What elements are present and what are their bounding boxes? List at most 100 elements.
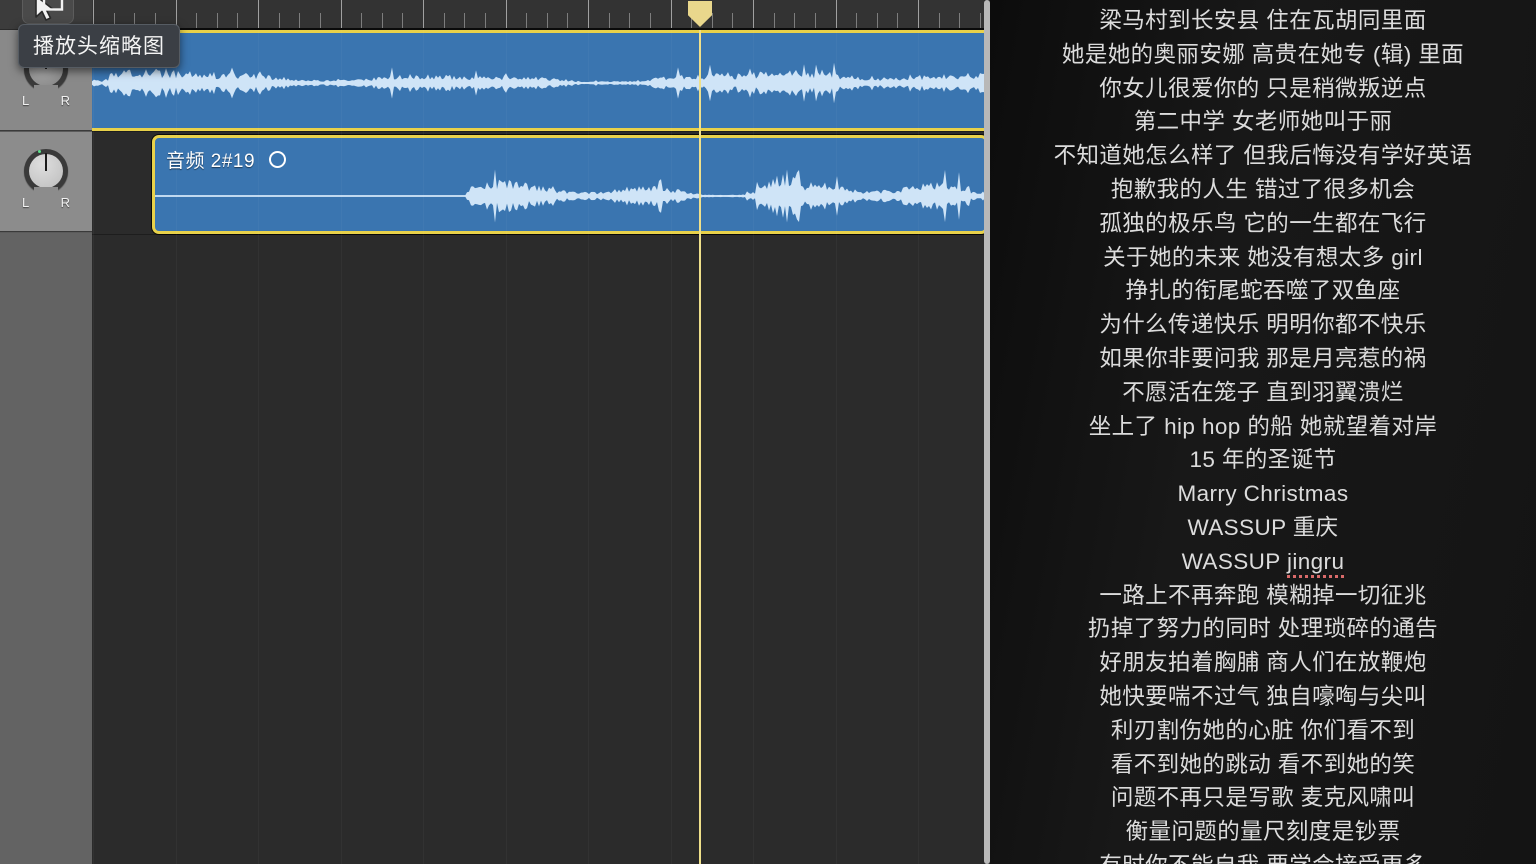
ruler-tick-minor	[939, 13, 940, 28]
pointer-cursor-icon	[28, 0, 68, 23]
lyric-line[interactable]: 为什么传递快乐 明明你都不快乐	[990, 308, 1536, 342]
grid-line	[341, 30, 342, 864]
lyric-line[interactable]: 衡量问题的量尺刻度是钞票	[990, 815, 1536, 849]
lyric-line[interactable]: 看不到她的跳动 看不到她的笑	[990, 748, 1536, 782]
lyric-line[interactable]: 有时你不能自我 要学会接受更多	[990, 849, 1536, 864]
scrollbar-thumb[interactable]	[984, 0, 990, 864]
ruler-tick-minor	[237, 13, 238, 28]
daw-arrange-window: L R L R 音频 2#19 播放头缩略图	[0, 0, 990, 864]
lyric-line[interactable]: 挣扎的衔尾蛇吞噬了双鱼座	[990, 274, 1536, 308]
grid-line	[671, 30, 672, 864]
lyric-line[interactable]: 如果你非要问我 那是月亮惹的祸	[990, 342, 1536, 376]
track-header-2[interactable]: L R	[0, 132, 92, 232]
pan-label-right: R	[60, 93, 70, 108]
ruler-tick-minor	[609, 13, 610, 28]
pan-knob-track-2[interactable]: L R	[17, 149, 75, 221]
lyric-line[interactable]: WASSUP jingru	[990, 545, 1536, 579]
pan-label-right: R	[60, 195, 70, 210]
ruler-tick-major	[258, 0, 259, 28]
ruler-tick-major	[918, 0, 919, 28]
pointer-tool-button[interactable]	[22, 0, 74, 24]
ruler-tick-major	[588, 0, 589, 28]
ruler-tick-minor	[712, 13, 713, 28]
grid-line	[258, 30, 259, 864]
waveform-track-1	[92, 55, 988, 111]
ruler-tick-minor	[856, 13, 857, 28]
lyric-line[interactable]: 不愿活在笼子 直到羽翼溃烂	[990, 376, 1536, 410]
grid-line	[176, 30, 177, 864]
arrange-canvas[interactable]: 音频 2#19	[92, 30, 990, 864]
ruler-tick-minor	[567, 13, 568, 28]
grid-line	[753, 30, 754, 864]
lyrics-panel[interactable]: 梁马村到长安县 住在瓦胡同里面 她是她的奥丽安娜 高贵在她专 (辑) 里面 你女儿很…	[990, 0, 1536, 864]
ruler-tick-minor	[650, 13, 651, 28]
ruler-tick-minor	[980, 13, 981, 28]
pan-knob-pointer	[45, 153, 47, 171]
lyric-line[interactable]: 坐上了 hip hop 的船 她就望着对岸	[990, 410, 1536, 444]
tooltip: 播放头缩略图	[18, 24, 180, 68]
pan-knob-labels: L R	[17, 195, 75, 210]
track-headers-column: L R L R	[0, 0, 92, 864]
lyric-line[interactable]: 利刃割伤她的心脏 你们看不到	[990, 714, 1536, 748]
lyric-line[interactable]: 孤独的极乐鸟 它的一生都在飞行	[990, 207, 1536, 241]
lyric-line[interactable]: 关于她的未来 她没有想太多 girl	[990, 241, 1536, 275]
lyric-text: WASSUP	[1181, 548, 1287, 574]
ruler-tick-minor	[526, 13, 527, 28]
ruler-tick-minor	[547, 13, 548, 28]
lyric-line[interactable]: 第二中学 女老师她叫于丽	[990, 105, 1536, 139]
ruler-tick-major	[506, 0, 507, 28]
pan-knob-indicator-dot	[38, 150, 41, 153]
grid-line	[506, 30, 507, 864]
timeline-ruler[interactable]	[92, 0, 990, 30]
lyric-line[interactable]: 一路上不再奔跑 模糊掉一切征兆	[990, 579, 1536, 613]
ruler-tick-minor	[485, 13, 486, 28]
ruler-tick-minor	[629, 13, 630, 28]
ruler-tick-minor	[279, 13, 280, 28]
ruler-tick-minor	[402, 13, 403, 28]
audio-region-track-2[interactable]: 音频 2#19	[152, 135, 988, 234]
ruler-tick-minor	[196, 13, 197, 28]
lyric-line[interactable]: WASSUP 重庆	[990, 511, 1536, 545]
playhead-line[interactable]	[699, 30, 701, 864]
daw-lyrics-screen: L R L R 音频 2#19 播放头缩略图 梁马村到长安县 住在瓦胡同里面 她…	[0, 0, 1536, 864]
lyric-line[interactable]: 梁马村到长安县 住在瓦胡同里面	[990, 4, 1536, 38]
grid-line	[918, 30, 919, 864]
ruler-tick-minor	[361, 13, 362, 28]
lyric-line[interactable]: 她是她的奥丽安娜 高贵在她专 (辑) 里面	[990, 38, 1536, 72]
lyric-line[interactable]: 问题不再只是写歌 麦克风啸叫	[990, 781, 1536, 815]
ruler-tick-minor	[794, 13, 795, 28]
lyric-line[interactable]: Marry Christmas	[990, 477, 1536, 511]
misspelled-word[interactable]: jingru	[1286, 548, 1345, 578]
ruler-tick-minor	[877, 13, 878, 28]
ruler-tick-minor	[464, 13, 465, 28]
circle-icon[interactable]	[269, 151, 287, 168]
ruler-tick-minor	[732, 13, 733, 28]
lane-divider	[92, 234, 990, 235]
lyric-line[interactable]: 好朋友拍着胸脯 商人们在放鞭炮	[990, 646, 1536, 680]
lane-divider	[92, 131, 990, 132]
arrange-vertical-scrollbar[interactable]	[984, 0, 990, 864]
lyric-line[interactable]: 你女儿很爱你的 只是稍微叛逆点	[990, 72, 1536, 106]
ruler-tick-major	[836, 0, 837, 28]
ruler-tick-major	[753, 0, 754, 28]
pan-label-left: L	[22, 93, 30, 108]
ruler-tick-minor	[217, 13, 218, 28]
audio-region-track-1[interactable]	[92, 30, 988, 131]
ruler-tick-minor	[959, 13, 960, 28]
ruler-tick-minor	[774, 13, 775, 28]
ruler-tick-major	[671, 0, 672, 28]
ruler-tick-minor	[299, 13, 300, 28]
lyric-line[interactable]: 不知道她怎么样了 但我后悔没有学好英语	[990, 139, 1536, 173]
ruler-tick-major	[423, 0, 424, 28]
lyric-line[interactable]: 她快要喘不过气 独自嚎啕与尖叫	[990, 680, 1536, 714]
lyric-line[interactable]: 扔掉了努力的同时 处理琐碎的通告	[990, 612, 1536, 646]
waveform-track-2	[155, 168, 985, 224]
ruler-tick-minor	[444, 13, 445, 28]
ruler-tick-minor	[897, 13, 898, 28]
grid-line	[836, 30, 837, 864]
lyric-line[interactable]: 抱歉我的人生 错过了很多机会	[990, 173, 1536, 207]
track-headers-empty-area	[0, 233, 92, 864]
grid-line	[423, 30, 424, 864]
lyric-line[interactable]: 15 年的圣诞节	[990, 443, 1536, 477]
grid-line	[93, 30, 94, 864]
